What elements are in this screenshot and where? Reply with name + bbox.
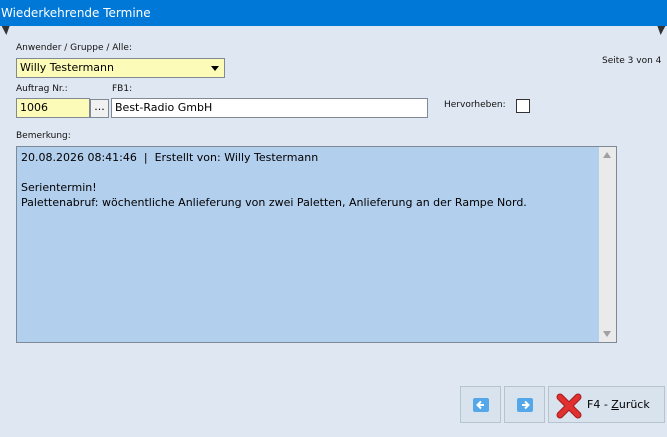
scroll-down-icon[interactable] [603, 331, 611, 337]
user-group-combobox[interactable]: Willy Testermann [16, 58, 225, 78]
previous-button[interactable] [460, 386, 501, 423]
chevron-down-icon[interactable] [208, 60, 223, 76]
fb1-value: Best-Radio GmbH [115, 101, 213, 114]
page-indicator: Seite 3 von 4 [602, 56, 662, 66]
back-button-label: F4 - Zurück [587, 398, 650, 411]
order-lookup-button[interactable]: ... [90, 99, 109, 118]
title-bar: Wiederkehrende Termine [0, 0, 667, 26]
arrow-left-icon [473, 398, 489, 412]
back-shortcut-prefix: F4 - [587, 398, 612, 411]
remark-scrollbar[interactable] [599, 147, 616, 342]
back-mnemonic: Z [611, 398, 619, 411]
window-title: Wiederkehrende Termine [1, 6, 151, 20]
arrow-right-icon [517, 398, 533, 412]
order-number-field[interactable]: 1006 [16, 98, 90, 118]
next-button[interactable] [504, 386, 545, 423]
highlight-label: Hervorheben: [444, 100, 506, 110]
remark-textarea[interactable]: 20.08.2026 08:41:46 | Erstellt von: Will… [16, 146, 617, 343]
resize-corner-right[interactable] [657, 26, 667, 35]
user-group-value: Willy Testermann [20, 61, 114, 74]
fb1-field[interactable]: Best-Radio GmbH [111, 98, 428, 118]
order-label: Auftrag Nr.: [16, 84, 68, 94]
remark-label: Bemerkung: [16, 131, 71, 141]
red-x-icon [556, 393, 582, 419]
lookup-dots-label: ... [94, 100, 105, 113]
highlight-checkbox[interactable] [516, 99, 530, 113]
back-button[interactable]: F4 - Zurück [548, 386, 665, 423]
remark-text: 20.08.2026 08:41:46 | Erstellt von: Will… [21, 151, 527, 209]
resize-corner-left[interactable] [0, 26, 10, 35]
user-group-label: Anwender / Gruppe / Alle: [16, 43, 132, 53]
scroll-up-icon[interactable] [603, 152, 611, 158]
order-number-value: 1006 [20, 101, 48, 114]
fb1-label: FB1: [112, 84, 133, 94]
back-label-rest: urück [618, 398, 650, 411]
